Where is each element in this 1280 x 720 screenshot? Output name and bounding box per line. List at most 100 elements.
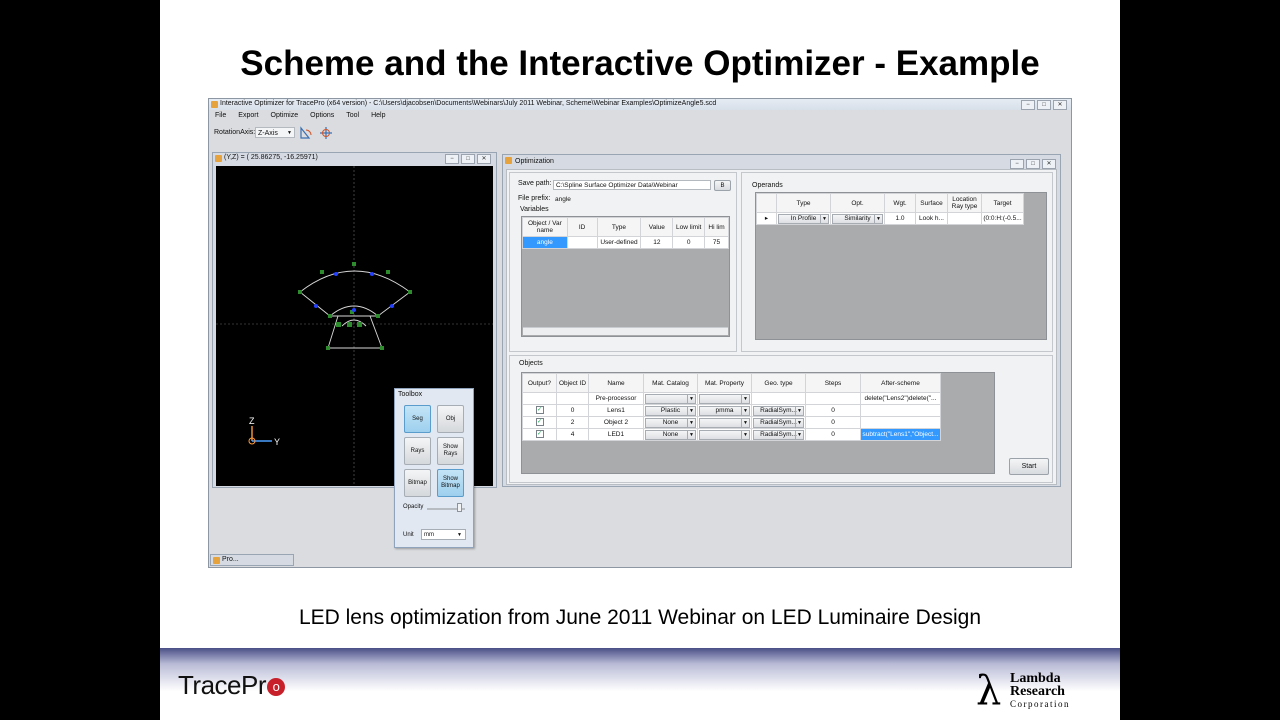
- table-row[interactable]: ✓ 0 Lens1 Plastic ▼ pmma ▼ RadialSym... ▼ 0: [522, 404, 941, 417]
- catalog-dropdown[interactable]: None ▼: [645, 429, 696, 440]
- menu-file[interactable]: File: [209, 111, 232, 121]
- output-checkbox[interactable]: ✓: [535, 405, 544, 414]
- menu-help[interactable]: Help: [365, 111, 391, 121]
- opt-maximize-button[interactable]: □: [1026, 159, 1040, 169]
- output-checkbox[interactable]: ✓: [535, 429, 544, 438]
- op-opt-dropdown[interactable]: Similarity ▼: [832, 213, 883, 224]
- geo-type-dropdown[interactable]: RadialSym... ▼: [753, 405, 804, 416]
- steps-cell[interactable]: 0: [805, 404, 861, 417]
- var-col-value[interactable]: Value: [640, 217, 674, 237]
- maximize-button[interactable]: □: [1037, 100, 1051, 110]
- rays-button[interactable]: Rays: [404, 437, 431, 465]
- op-type-dropdown[interactable]: In Profile ▼: [778, 213, 829, 224]
- object-id-cell[interactable]: 0: [556, 404, 589, 417]
- opacity-slider-thumb[interactable]: [457, 503, 462, 512]
- viewer-minimize-button[interactable]: −: [445, 154, 459, 164]
- start-button[interactable]: Start: [1009, 458, 1049, 475]
- table-row[interactable]: Pre-processor ▼ ▼ delete("Lens2")delete(…: [522, 392, 941, 405]
- minimized-window-tab[interactable]: Pro...: [210, 554, 294, 566]
- var-id-cell[interactable]: [566, 236, 598, 249]
- after-scheme-cell[interactable]: delete("Lens2")delete("...: [860, 392, 941, 405]
- object-name-cell[interactable]: Pre-processor: [588, 392, 644, 405]
- opt-minimize-button[interactable]: −: [1010, 159, 1024, 169]
- var-col-id[interactable]: ID: [566, 217, 598, 237]
- object-id-cell[interactable]: 2: [556, 416, 589, 429]
- geo-type-dropdown[interactable]: RadialSym... ▼: [753, 429, 804, 440]
- obj-col-catalog[interactable]: Mat. Catalog: [643, 373, 698, 393]
- op-wgt-cell[interactable]: 1.0: [884, 212, 916, 225]
- after-scheme-cell[interactable]: [860, 416, 941, 429]
- steps-cell[interactable]: 0: [805, 428, 861, 441]
- op-col-target[interactable]: Target: [981, 193, 1024, 213]
- menu-tool[interactable]: Tool: [340, 111, 365, 121]
- table-row[interactable]: ✓ 4 LED1 None ▼ ▼ RadialSym... ▼ 0 subtrac…: [522, 428, 941, 441]
- property-dropdown[interactable]: ▼: [699, 393, 750, 404]
- op-surface-cell[interactable]: Look h...: [915, 212, 948, 225]
- steps-cell[interactable]: [805, 392, 861, 405]
- save-path-input[interactable]: C:\Spline Surface Optimizer Data\Webinar: [553, 180, 711, 190]
- catalog-dropdown[interactable]: ▼: [645, 393, 696, 404]
- var-value-cell[interactable]: 12: [640, 236, 674, 249]
- after-scheme-cell[interactable]: subtract("Lens1","Object...: [860, 428, 941, 441]
- show-rays-button[interactable]: Show Rays: [437, 437, 464, 465]
- property-dropdown[interactable]: ▼: [699, 417, 750, 428]
- property-dropdown[interactable]: ▼: [699, 429, 750, 440]
- catalog-dropdown[interactable]: None ▼: [645, 417, 696, 428]
- op-col-wgt[interactable]: Wgt.: [884, 193, 916, 213]
- table-row[interactable]: ✓ 2 Object 2 None ▼ ▼ RadialSym... ▼ 0: [522, 416, 941, 429]
- op-col-opt[interactable]: Opt.: [830, 193, 885, 213]
- var-col-name[interactable]: Object / Var name: [522, 217, 568, 237]
- table-row[interactable]: angle User-defined 12 0 75: [522, 236, 729, 249]
- seg-button[interactable]: Seg: [404, 405, 431, 433]
- catalog-dropdown[interactable]: Plastic ▼: [645, 405, 696, 416]
- var-col-low[interactable]: Low limit: [672, 217, 706, 237]
- var-type-cell[interactable]: User-defined: [596, 236, 642, 249]
- var-name-cell[interactable]: angle: [522, 236, 568, 249]
- var-col-hi[interactable]: Hi lim: [704, 217, 729, 237]
- rotate-view-icon[interactable]: [299, 126, 313, 140]
- minimize-button[interactable]: −: [1021, 100, 1035, 110]
- obj-col-geo[interactable]: Geo. type: [751, 373, 806, 393]
- property-dropdown[interactable]: pmma ▼: [699, 405, 750, 416]
- obj-col-id[interactable]: Object ID: [556, 373, 589, 393]
- obj-col-after[interactable]: After-scheme: [860, 373, 941, 393]
- var-hi-cell[interactable]: 75: [704, 236, 729, 249]
- object-name-cell[interactable]: Lens1: [588, 404, 644, 417]
- geo-type-cell[interactable]: [751, 392, 806, 405]
- op-location-cell[interactable]: [947, 212, 982, 225]
- rotation-axis-select[interactable]: Z-Axis ▼: [255, 127, 295, 138]
- op-col-surface[interactable]: Surface: [915, 193, 948, 213]
- bitmap-button[interactable]: Bitmap: [404, 469, 431, 497]
- obj-col-name[interactable]: Name: [588, 373, 644, 393]
- obj-col-property[interactable]: Mat. Property: [697, 373, 752, 393]
- menu-options[interactable]: Options: [304, 111, 340, 121]
- close-button[interactable]: ✕: [1053, 100, 1067, 110]
- menu-export[interactable]: Export: [232, 111, 264, 121]
- op-col-location[interactable]: Location Ray type: [947, 193, 982, 213]
- menu-optimize[interactable]: Optimize: [265, 111, 305, 121]
- object-id-cell[interactable]: 4: [556, 428, 589, 441]
- variables-scrollbar[interactable]: [523, 327, 728, 335]
- browse-button[interactable]: B: [714, 180, 731, 191]
- var-low-cell[interactable]: 0: [672, 236, 706, 249]
- geo-type-dropdown[interactable]: RadialSym... ▼: [753, 417, 804, 428]
- object-name-cell[interactable]: LED1: [588, 428, 644, 441]
- viewer-maximize-button[interactable]: □: [461, 154, 475, 164]
- op-target-cell[interactable]: (0:0:H:(-0.5...: [981, 212, 1024, 225]
- steps-cell[interactable]: 0: [805, 416, 861, 429]
- table-row[interactable]: ▸ In Profile ▼ Similarity ▼ 1.0 Look h... …: [756, 212, 1024, 225]
- op-col-type[interactable]: Type: [776, 193, 831, 213]
- object-id-cell[interactable]: [556, 392, 589, 405]
- opt-close-button[interactable]: ✕: [1042, 159, 1056, 169]
- output-checkbox[interactable]: ✓: [535, 417, 544, 426]
- obj-col-steps[interactable]: Steps: [805, 373, 861, 393]
- axis-view-icon[interactable]: [319, 126, 333, 140]
- var-col-type[interactable]: Type: [596, 217, 642, 237]
- after-scheme-cell[interactable]: [860, 404, 941, 417]
- obj-col-output[interactable]: Output?: [522, 373, 557, 393]
- unit-select[interactable]: mm ▼: [421, 529, 466, 540]
- file-prefix-input[interactable]: angle: [553, 195, 731, 205]
- object-name-cell[interactable]: Object 2: [588, 416, 644, 429]
- viewer-close-button[interactable]: ✕: [477, 154, 491, 164]
- show-bitmap-button[interactable]: Show Bitmap: [437, 469, 464, 497]
